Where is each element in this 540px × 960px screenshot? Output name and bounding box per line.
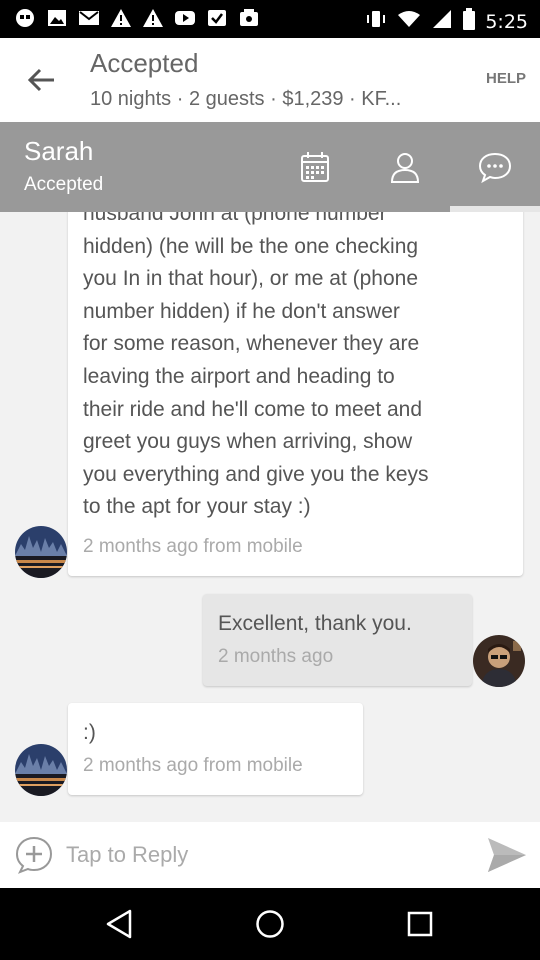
warning-icon bbox=[142, 8, 164, 28]
message-bubble-received: husband John at (phone number hidden) (h… bbox=[68, 212, 523, 576]
image-icon bbox=[46, 8, 68, 28]
home-icon[interactable] bbox=[254, 908, 286, 944]
message-line: their ride and he'll come to meet and bbox=[83, 397, 423, 421]
message-icon[interactable] bbox=[478, 150, 512, 184]
app-bar: Accepted 10 nights · 2 guests · $1,239 ·… bbox=[0, 38, 540, 122]
message-line: hidden) (he will be the one checking bbox=[83, 234, 419, 258]
vibrate-icon bbox=[365, 9, 387, 34]
youtube-icon bbox=[174, 8, 196, 28]
clock-time: 5:25 bbox=[485, 10, 528, 33]
add-attachment-icon[interactable] bbox=[14, 835, 54, 879]
message-text: :) bbox=[83, 721, 96, 744]
message-timestamp: 2 months ago bbox=[218, 646, 334, 667]
profile-icon[interactable] bbox=[388, 150, 422, 184]
message-line: to the apt for your stay :) bbox=[83, 495, 311, 519]
message-line: you In in that hour), or me at (phone bbox=[83, 267, 419, 291]
warning-icon bbox=[110, 8, 132, 28]
message-line: husband John at (phone number bbox=[83, 212, 387, 225]
gmail-icon bbox=[78, 8, 100, 28]
host-avatar[interactable] bbox=[15, 526, 67, 578]
reservation-status: Accepted bbox=[24, 174, 104, 195]
message-text: husband John at (phone number hidden) (h… bbox=[83, 212, 429, 524]
message-line: for some reason, whenever they are bbox=[83, 332, 420, 356]
page-title: Accepted bbox=[90, 48, 199, 78]
calendar-icon[interactable] bbox=[298, 150, 332, 184]
message-line: number hidden) if he don't answer bbox=[83, 299, 400, 323]
signal-icon bbox=[431, 9, 453, 34]
host-name: Sarah bbox=[24, 136, 94, 166]
check-icon bbox=[206, 8, 228, 28]
back-icon[interactable] bbox=[104, 908, 136, 944]
message-line: greet you guys when arriving, show bbox=[83, 430, 413, 454]
trip-summary: 10 nights · 2 guests · $1,239 · KF... bbox=[90, 88, 402, 110]
message-timestamp: 2 months ago from mobile bbox=[83, 536, 303, 557]
message-bubble-received: :) 2 months ago from mobile bbox=[68, 703, 363, 795]
back-arrow-icon[interactable] bbox=[26, 64, 58, 96]
reply-input[interactable]: Tap to Reply bbox=[66, 842, 188, 868]
recents-icon[interactable] bbox=[404, 908, 436, 944]
message-line: you everything and give you the keys bbox=[83, 462, 429, 486]
conversation: husband John at (phone number hidden) (h… bbox=[0, 212, 540, 822]
help-button[interactable]: HELP bbox=[486, 70, 526, 87]
message-bubble-sent: Excellent, thank you. 2 months ago bbox=[203, 594, 472, 686]
message-text: Excellent, thank you. bbox=[218, 612, 412, 635]
status-bar: 5:25 bbox=[0, 0, 540, 38]
send-icon[interactable] bbox=[486, 836, 528, 878]
battery-icon bbox=[463, 8, 476, 35]
photos-icon bbox=[238, 8, 260, 28]
wifi-icon bbox=[397, 9, 421, 34]
message-timestamp: 2 months ago from mobile bbox=[83, 755, 303, 776]
host-bar: Sarah Accepted bbox=[0, 122, 540, 212]
reply-bar: Tap to Reply bbox=[0, 822, 540, 888]
system-nav-bar bbox=[0, 888, 540, 960]
quote-icon bbox=[14, 8, 36, 28]
user-avatar[interactable] bbox=[473, 635, 525, 687]
message-line: leaving the airport and heading to bbox=[83, 364, 395, 388]
host-avatar[interactable] bbox=[15, 744, 67, 796]
